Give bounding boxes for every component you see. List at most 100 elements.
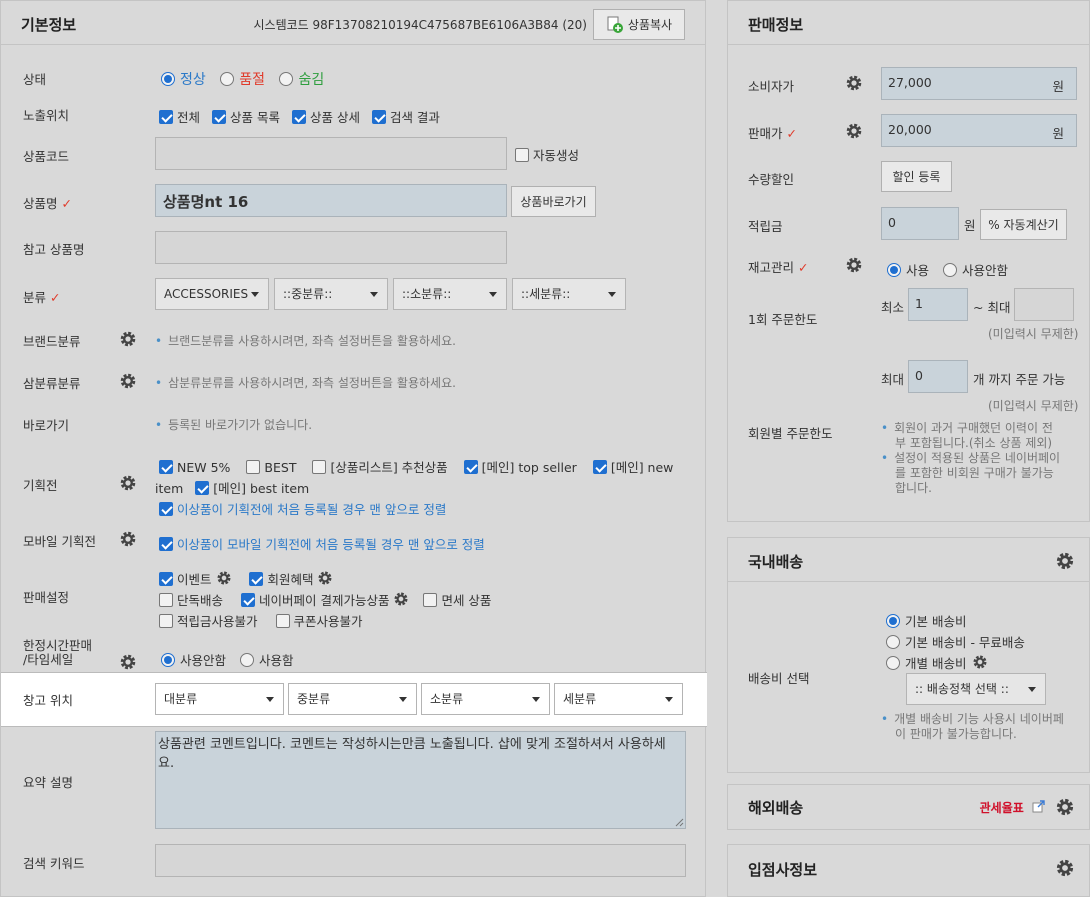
vendor-gear-icon[interactable] bbox=[1055, 858, 1075, 878]
no-coupon-checkbox[interactable]: 쿠폰사용불가 bbox=[275, 614, 363, 629]
order-min-input[interactable]: 1 bbox=[908, 288, 968, 321]
mobile-promotion-gear-icon[interactable] bbox=[119, 530, 137, 548]
no-reserve-checkbox[interactable]: 적립금사용불가 bbox=[159, 614, 272, 629]
stock-use-radio[interactable]: 사용 bbox=[887, 263, 939, 278]
order-limit-label: 1회 주문한도 bbox=[748, 312, 818, 327]
external-link-icon bbox=[1032, 800, 1045, 813]
promo-newitem-checkbox[interactable]: [메인] new bbox=[592, 460, 673, 475]
event-checkbox[interactable]: 이벤트 bbox=[159, 572, 212, 587]
consumer-price-gear-icon[interactable] bbox=[845, 74, 863, 92]
basic-info-panel: 기본정보 시스템코드 98F13708210194C475687BE6106A3… bbox=[0, 0, 707, 897]
consumer-price-label: 소비자가 bbox=[748, 79, 795, 94]
time-sale-gear-icon[interactable] bbox=[119, 653, 137, 671]
max-limit-note: (미입력시 무제한) bbox=[988, 399, 1079, 413]
promo-recommend-checkbox[interactable]: [상품리스트] 추천상품 bbox=[312, 460, 459, 475]
promotion-row-2: item [메인] best item bbox=[155, 481, 310, 496]
shortcut-label: 바로가기 bbox=[23, 418, 70, 433]
taxfree-checkbox[interactable]: 면세 상품 bbox=[423, 593, 491, 608]
order-max-input[interactable] bbox=[1014, 288, 1074, 321]
category-select-small[interactable]: ::소분류:: bbox=[393, 278, 507, 310]
reserve-input[interactable]: 0 bbox=[881, 207, 959, 240]
time-sale-on-radio[interactable]: 사용함 bbox=[240, 653, 294, 668]
exposure-detail-checkbox[interactable]: 상품 상세 bbox=[291, 110, 368, 125]
keyword-label: 검색 키워드 bbox=[23, 856, 85, 871]
warehouse-select-large[interactable]: 대분류 bbox=[155, 683, 284, 715]
order-min-label: 최소 bbox=[881, 300, 905, 315]
exposure-list-checkbox[interactable]: 상품 목록 bbox=[212, 110, 288, 125]
mobile-promotion-label: 모바일 기획전 bbox=[23, 534, 96, 549]
overseas-gear-icon[interactable] bbox=[1055, 797, 1075, 817]
product-name-input[interactable]: 상품명nt 16 bbox=[155, 184, 507, 217]
overseas-shipping-title: 해외배송 bbox=[748, 799, 804, 817]
sale-price-gear-icon[interactable] bbox=[845, 122, 863, 140]
event-gear-icon[interactable] bbox=[216, 570, 232, 586]
naverpay-gear-icon[interactable] bbox=[393, 591, 409, 607]
warehouse-select-medium[interactable]: 중분류 bbox=[288, 683, 417, 715]
shipping-policy-select[interactable]: :: 배송정책 선택 :: bbox=[906, 673, 1046, 705]
member-benefit-gear-icon[interactable] bbox=[317, 570, 333, 586]
individual-shipping-help: • 개별 배송비 기능 사용시 네이버페 이 판매가 불가능합니다. bbox=[881, 712, 1064, 741]
status-hidden-radio[interactable]: 숨김 bbox=[279, 72, 324, 88]
sale-price-input[interactable]: 20,000 원 bbox=[881, 114, 1077, 147]
exposure-all-checkbox[interactable]: 전체 bbox=[159, 110, 208, 125]
shipping-free-radio[interactable]: 기본 배송비 - 무료배송 bbox=[886, 632, 1025, 651]
consumer-price-input[interactable]: 27,000 원 bbox=[881, 67, 1077, 100]
time-sale-off-radio[interactable]: 사용안함 bbox=[161, 653, 236, 668]
brand-help: • 브랜드분류를 사용하시려면, 좌측 설정버튼을 활용하세요. bbox=[155, 334, 456, 348]
promo-bestitem-checkbox[interactable]: [메인] best item bbox=[195, 481, 309, 496]
system-code: 시스템코드 98F13708210194C475687BE6106A3B84 (… bbox=[253, 18, 587, 32]
resize-handle-icon[interactable] bbox=[675, 818, 684, 827]
domestic-gear-icon[interactable] bbox=[1055, 551, 1075, 571]
status-soldout-radio[interactable]: 품절 bbox=[220, 72, 275, 88]
time-sale-label: 한정시간판매/타임세일 bbox=[23, 638, 93, 667]
auto-generate-checkbox[interactable]: 자동생성 bbox=[515, 145, 579, 164]
sales-info-panel: 판매정보 소비자가 27,000 원 판매가 ✓ 20,000 원 수량할인 할인 등… bbox=[727, 0, 1090, 522]
basic-info-title: 기본정보 bbox=[21, 16, 77, 34]
warehouse-select-small[interactable]: 소분류 bbox=[421, 683, 550, 715]
auto-calc-button[interactable]: % 자동계산기 bbox=[980, 209, 1067, 240]
category-select-medium[interactable]: ::중분류:: bbox=[274, 278, 388, 310]
promotion-sort-checkbox[interactable]: 이상품이 기획전에 처음 등록될 경우 맨 앞으로 정렬 bbox=[159, 499, 446, 518]
max-limit-input[interactable]: 0 bbox=[908, 360, 968, 393]
product-shortcut-button[interactable]: 상품바로가기 bbox=[511, 186, 596, 217]
sales-settings-label: 판매설정 bbox=[23, 590, 70, 605]
copy-add-icon bbox=[607, 16, 623, 33]
discount-register-button[interactable]: 할인 등록 bbox=[881, 161, 952, 192]
category-select-large[interactable]: ACCESSORIES bbox=[155, 278, 269, 310]
exposure-search-checkbox[interactable]: 검색 결과 bbox=[371, 110, 440, 125]
stock-unused-radio[interactable]: 사용안함 bbox=[943, 263, 1008, 278]
promotion-gear-icon[interactable] bbox=[119, 474, 137, 492]
stock-options: 사용 사용안함 bbox=[887, 260, 1008, 279]
copy-product-button[interactable]: 상품복사 bbox=[593, 9, 685, 40]
stock-label: 재고관리 ✓ bbox=[748, 260, 809, 275]
mobile-promotion-sort-checkbox[interactable]: 이상품이 모바일 기획전에 처음 등록될 경우 맨 앞으로 정렬 bbox=[159, 534, 485, 553]
warehouse-select-detail[interactable]: 세분류 bbox=[554, 683, 683, 715]
reference-name-input[interactable] bbox=[155, 231, 507, 264]
promo-topseller-checkbox[interactable]: [메인] top seller bbox=[463, 460, 589, 475]
summary-textarea[interactable]: 상품관련 코멘트입니다. 코멘트는 작성하시는만큼 노출됩니다. 샵에 맞게 조… bbox=[155, 731, 686, 829]
max-limit-suffix: 개 까지 주문 가능 bbox=[973, 372, 1066, 387]
category-label: 분류 ✓ bbox=[23, 290, 61, 305]
warehouse-row: 창고 위치 대분류 중분류 소분류 세분류 bbox=[1, 672, 707, 727]
individual-shipping-gear-icon[interactable] bbox=[972, 654, 988, 670]
brand-gear-icon[interactable] bbox=[119, 330, 137, 348]
member-limit-help-2: • 설정이 적용된 상품은 네이버페이 를 포함한 비회원 구매가 불가능 합니다… bbox=[881, 451, 1061, 495]
category-select-detail[interactable]: ::세분류:: bbox=[512, 278, 626, 310]
promo-best-checkbox[interactable]: BEST bbox=[246, 460, 308, 475]
shipping-basic-radio[interactable]: 기본 배송비 bbox=[886, 611, 966, 630]
status-label: 상태 bbox=[23, 72, 47, 87]
keyword-input[interactable] bbox=[155, 844, 686, 877]
sales-settings-row-1: 이벤트 회원혜택 bbox=[159, 569, 333, 588]
reserve-unit: 원 bbox=[964, 218, 976, 233]
naverpay-checkbox[interactable]: 네이버페이 결제가능상품 bbox=[241, 593, 389, 608]
promo-new-checkbox[interactable]: NEW 5% bbox=[159, 460, 242, 475]
basic-info-header: 기본정보 시스템코드 98F13708210194C475687BE6106A3… bbox=[1, 1, 705, 45]
status-normal-radio[interactable]: 정상 bbox=[161, 72, 216, 88]
single-delivery-checkbox[interactable]: 단독배송 bbox=[159, 593, 237, 608]
shipping-individual-radio[interactable]: 개별 배송비 bbox=[886, 653, 988, 672]
stock-gear-icon[interactable] bbox=[845, 256, 863, 274]
tariff-table-link[interactable]: 관세율표 bbox=[980, 799, 1045, 816]
member-benefit-checkbox[interactable]: 회원혜택 bbox=[249, 572, 314, 587]
product-code-input[interactable] bbox=[155, 137, 507, 170]
sambun-gear-icon[interactable] bbox=[119, 372, 137, 390]
